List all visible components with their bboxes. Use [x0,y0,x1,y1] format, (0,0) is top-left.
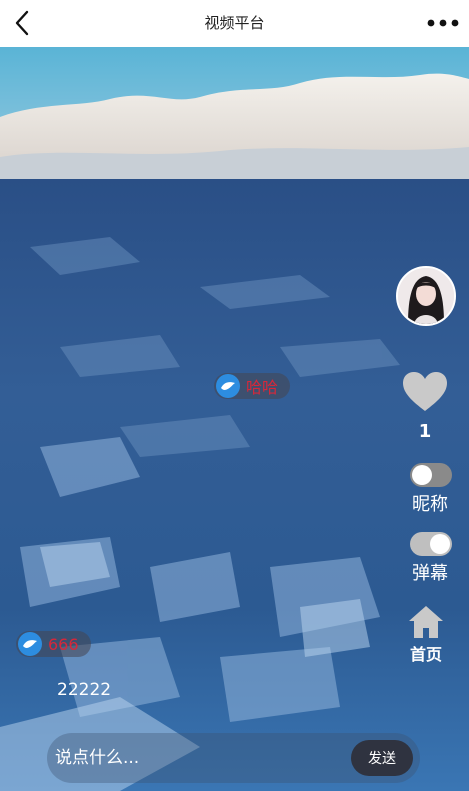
danmaku-bubble: 666 [16,631,91,657]
home-label[interactable]: 首页 [396,641,456,665]
nickname-toggle[interactable] [410,463,452,487]
avatar-image [398,268,454,324]
top-bar: 视频平台 [0,0,469,47]
author-avatar[interactable] [396,266,456,326]
heart-icon[interactable] [402,371,448,413]
danmaku-bubble: 哈哈 [214,373,291,399]
danmaku-text: 666 [48,634,79,654]
comment-input[interactable] [55,741,335,775]
nickname-label: 昵称 [412,494,448,515]
page-title: 视频平台 [204,14,265,32]
home-icon[interactable] [407,604,445,640]
more-horizontal-icon[interactable] [425,10,461,36]
bird-icon [216,374,240,398]
comment-text: 22222 [57,680,112,700]
danmaku-text: 哈哈 [246,378,279,397]
video-player[interactable]: 哈哈 666 22222 1 昵称 弹幕 首页 说点什么... 发送 [0,47,469,791]
danmaku-label: 弹幕 [412,563,448,584]
send-button[interactable]: 发送 [351,740,413,776]
like-count: 1 [418,421,432,442]
toggle-knob [412,465,432,485]
bird-icon [18,632,42,656]
toggle-knob [430,534,450,554]
comment-input-bar: 发送 [47,733,420,783]
danmaku-toggle[interactable] [410,532,452,556]
